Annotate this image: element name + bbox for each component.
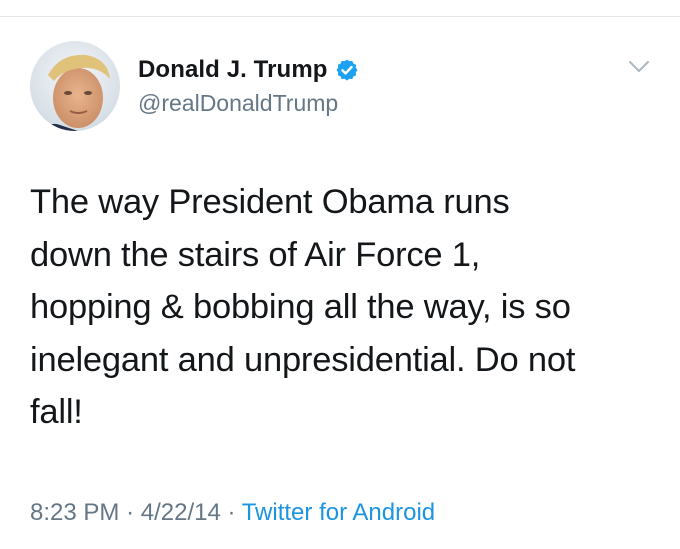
author-name-row[interactable]: Donald J. Trump xyxy=(138,56,359,84)
verified-badge-icon xyxy=(336,59,358,81)
tweet-text: The way President Obama runs down the st… xyxy=(30,183,576,431)
username-handle[interactable]: @realDonaldTrump xyxy=(138,90,338,117)
avatar[interactable] xyxy=(30,41,120,131)
display-name[interactable]: Donald J. Trump xyxy=(138,56,328,84)
top-divider xyxy=(0,16,680,17)
tweet-card: Donald J. Trump @realDonaldTrump The way… xyxy=(0,0,680,549)
tweet-source-link[interactable]: Twitter for Android xyxy=(242,499,435,526)
tweet-date[interactable]: 4/22/14 xyxy=(141,499,221,526)
tweet-meta: 8:23 PM · 4/22/14 · Twitter for Android xyxy=(30,499,435,527)
meta-separator: · xyxy=(227,499,236,526)
tweet-time[interactable]: 8:23 PM xyxy=(30,499,119,526)
chevron-down-icon[interactable] xyxy=(628,60,650,74)
avatar-photo-icon xyxy=(30,41,120,131)
meta-separator: · xyxy=(126,499,135,526)
